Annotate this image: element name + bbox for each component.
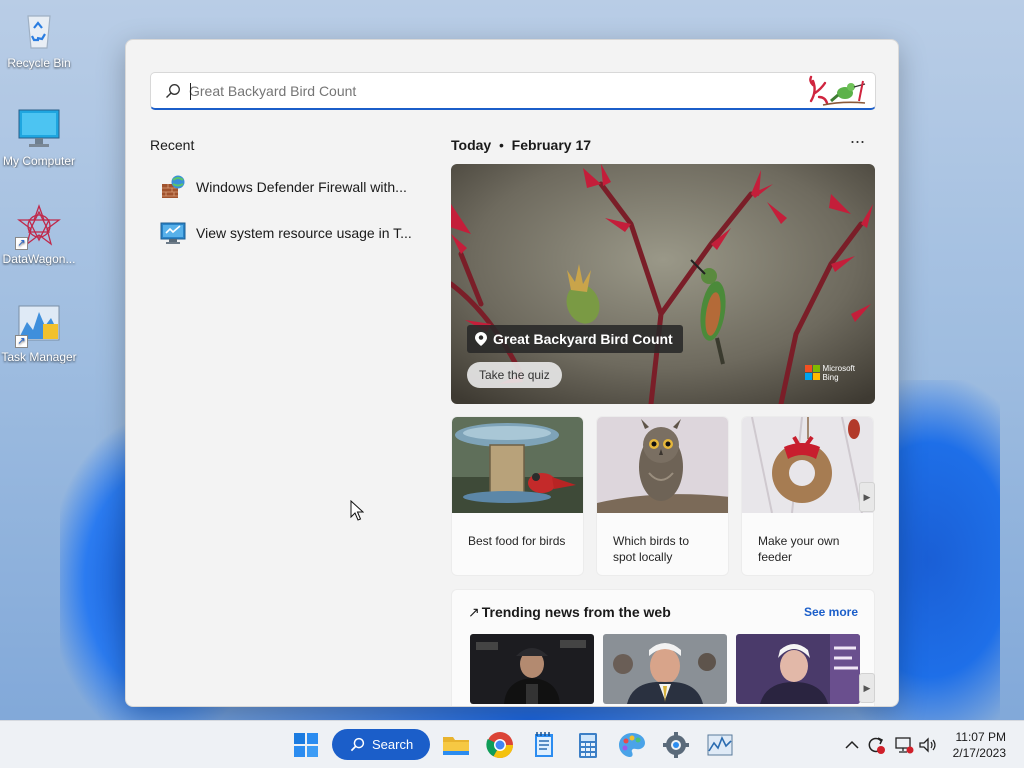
today-date: February 17: [511, 137, 592, 153]
notepad-icon[interactable]: [528, 729, 560, 761]
taskbar-search-button[interactable]: Search: [332, 729, 430, 760]
shortcut-arrow-icon: ↗: [15, 335, 28, 348]
card-caption: Which birds to spot locally: [613, 534, 690, 564]
card-best-food[interactable]: Best food for birds: [451, 416, 584, 576]
wreath-feeder-photo: [742, 417, 873, 514]
taskbar-search-label: Search: [372, 737, 414, 752]
clock-time: 11:07 PM: [955, 730, 1006, 744]
task-manager-icon[interactable]: [704, 729, 736, 761]
hero-title-text: Great Backyard Bird Count: [493, 331, 673, 347]
card-caption: Best food for birds: [468, 534, 566, 548]
news-image-film-festival: [736, 634, 860, 704]
file-explorer-icon[interactable]: [440, 729, 472, 761]
volume-icon[interactable]: [918, 735, 938, 755]
hero-title[interactable]: Great Backyard Bird Count: [467, 325, 683, 353]
news-thumbnail[interactable]: [603, 634, 727, 704]
take-quiz-button[interactable]: Take the quiz: [467, 362, 562, 388]
see-more-link[interactable]: See more: [804, 605, 858, 619]
owl-photo: [597, 417, 728, 513]
monitor-icon: [17, 106, 61, 150]
location-pin-icon: [475, 332, 487, 346]
trending-title-text: Trending news from the web: [481, 604, 671, 620]
news-scroll-right-button[interactable]: ▶: [859, 673, 875, 703]
brand-line-1: Microsoft: [822, 364, 855, 373]
card-make-feeder[interactable]: Make your own feeder: [741, 416, 874, 576]
desktop-icon-task-manager[interactable]: ↗ Task Manager: [0, 302, 78, 364]
more-options-button[interactable]: ···: [844, 132, 870, 156]
hero-card[interactable]: Great Backyard Bird Count Take the quiz …: [451, 164, 875, 404]
today-separator: •: [498, 137, 504, 153]
trending-arrow-icon: ↗: [468, 604, 480, 620]
search-box[interactable]: [150, 72, 876, 110]
system-clock[interactable]: 11:07 PM 2/17/2023: [953, 729, 1006, 761]
search-flyout: Recent Windows Defender Firewall with...…: [125, 39, 899, 707]
start-windows-icon[interactable]: [290, 729, 322, 761]
news-thumbnail[interactable]: [470, 634, 594, 704]
card-caption: Make your own feeder: [758, 534, 840, 564]
chevron-up-icon[interactable]: [842, 735, 862, 755]
calculator-icon[interactable]: [572, 729, 604, 761]
microsoft-logo-icon: [804, 365, 820, 380]
bird-count-badge-icon: [809, 75, 866, 106]
taskbar: Search 11:07 PM 2/17/2023: [0, 720, 1024, 768]
network-icon[interactable]: [894, 735, 914, 755]
desktop-icon-recycle-bin[interactable]: Recycle Bin: [0, 8, 78, 70]
news-thumbnail[interactable]: [736, 634, 860, 704]
resource-monitor-icon: [160, 222, 186, 244]
desktop-icon-label: My Computer: [2, 154, 76, 168]
mouse-cursor-icon: [350, 500, 364, 521]
today-label: Today: [451, 137, 492, 153]
sync-error-icon[interactable]: [866, 735, 886, 755]
settings-gear-icon[interactable]: [660, 729, 692, 761]
news-image-press-conference: [470, 634, 594, 704]
desktop-icon-datawagon[interactable]: ↗ DataWagon...: [0, 204, 78, 266]
recent-item-firewall[interactable]: Windows Defender Firewall with...: [150, 167, 410, 207]
datawagon-icon: ↗: [15, 204, 61, 250]
card-which-birds[interactable]: Which birds to spot locally: [596, 416, 729, 576]
search-input[interactable]: [189, 77, 789, 105]
recent-item-label: View system resource usage in T...: [196, 225, 412, 241]
recent-item-resource-monitor[interactable]: View system resource usage in T...: [150, 213, 412, 253]
desktop-icon-my-computer[interactable]: My Computer: [0, 106, 78, 168]
desktop-icon-label: Task Manager: [1, 350, 77, 364]
trending-heading: ↗ Trending news from the web: [468, 604, 671, 621]
news-image-older-man: [603, 634, 727, 704]
chrome-icon[interactable]: [484, 729, 516, 761]
search-icon: [350, 737, 365, 752]
recycle-bin-icon: [17, 8, 61, 52]
text-caret: [190, 83, 191, 100]
search-icon: [166, 84, 180, 98]
cards-scroll-right-button[interactable]: ▶: [859, 482, 875, 512]
microsoft-bing-logo: Microsoft Bing: [804, 364, 855, 382]
recent-item-label: Windows Defender Firewall with...: [196, 179, 407, 195]
shortcut-arrow-icon: ↗: [15, 237, 28, 250]
bird-feeder-photo: [452, 417, 583, 513]
trending-news-section: ↗ Trending news from the web See more ▶: [451, 589, 875, 706]
brand-line-2: Bing: [822, 373, 839, 382]
recent-heading: Recent: [150, 137, 195, 153]
desktop-icon-label: Recycle Bin: [7, 56, 71, 70]
today-header: Today • February 17: [451, 137, 591, 153]
task-manager-icon: ↗: [15, 302, 61, 348]
paint-icon[interactable]: [616, 729, 648, 761]
clock-date: 2/17/2023: [952, 746, 1006, 760]
desktop-icon-label: DataWagon...: [2, 252, 76, 266]
firewall-icon: [162, 175, 185, 198]
